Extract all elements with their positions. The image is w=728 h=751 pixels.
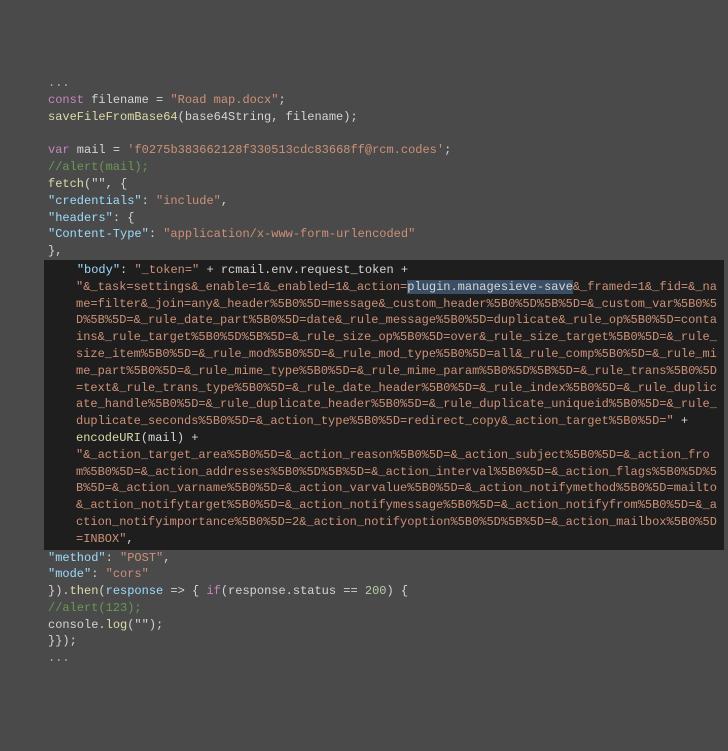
code-editor[interactable]: ... const filename = "Road map.docx"; sa… <box>48 75 720 667</box>
filename-string: "Road map.docx" <box>170 93 278 107</box>
body-querystring-2: "&_action_target_area%5B0%5D=&_action_re… <box>76 448 717 546</box>
keyword-const: const <box>48 93 84 107</box>
fn-fetch: fetch <box>48 177 84 191</box>
body-querystring-1: "&_task=settings&_enable=1&_enabled=1&_a… <box>76 280 407 294</box>
ellipsis-bottom: ... <box>48 651 70 665</box>
ellipsis-top: ... <box>48 76 70 90</box>
highlighted-code-block: "body": "_token=" + rcmail.env.request_t… <box>44 260 724 550</box>
fn-savefile: saveFileFromBase64 <box>48 110 178 124</box>
comment-alert-mail: //alert(mail); <box>48 160 149 174</box>
fn-encodeuri: encodeURI <box>76 431 141 445</box>
mail-string: 'f0275b383662128f330513cdc83668ff@rcm.co… <box>127 143 444 157</box>
fn-then: then <box>70 584 99 598</box>
keyword-var: var <box>48 143 70 157</box>
comment-alert-123: //alert(123); <box>48 601 142 615</box>
selected-text: plugin.managesieve-save <box>407 280 573 294</box>
